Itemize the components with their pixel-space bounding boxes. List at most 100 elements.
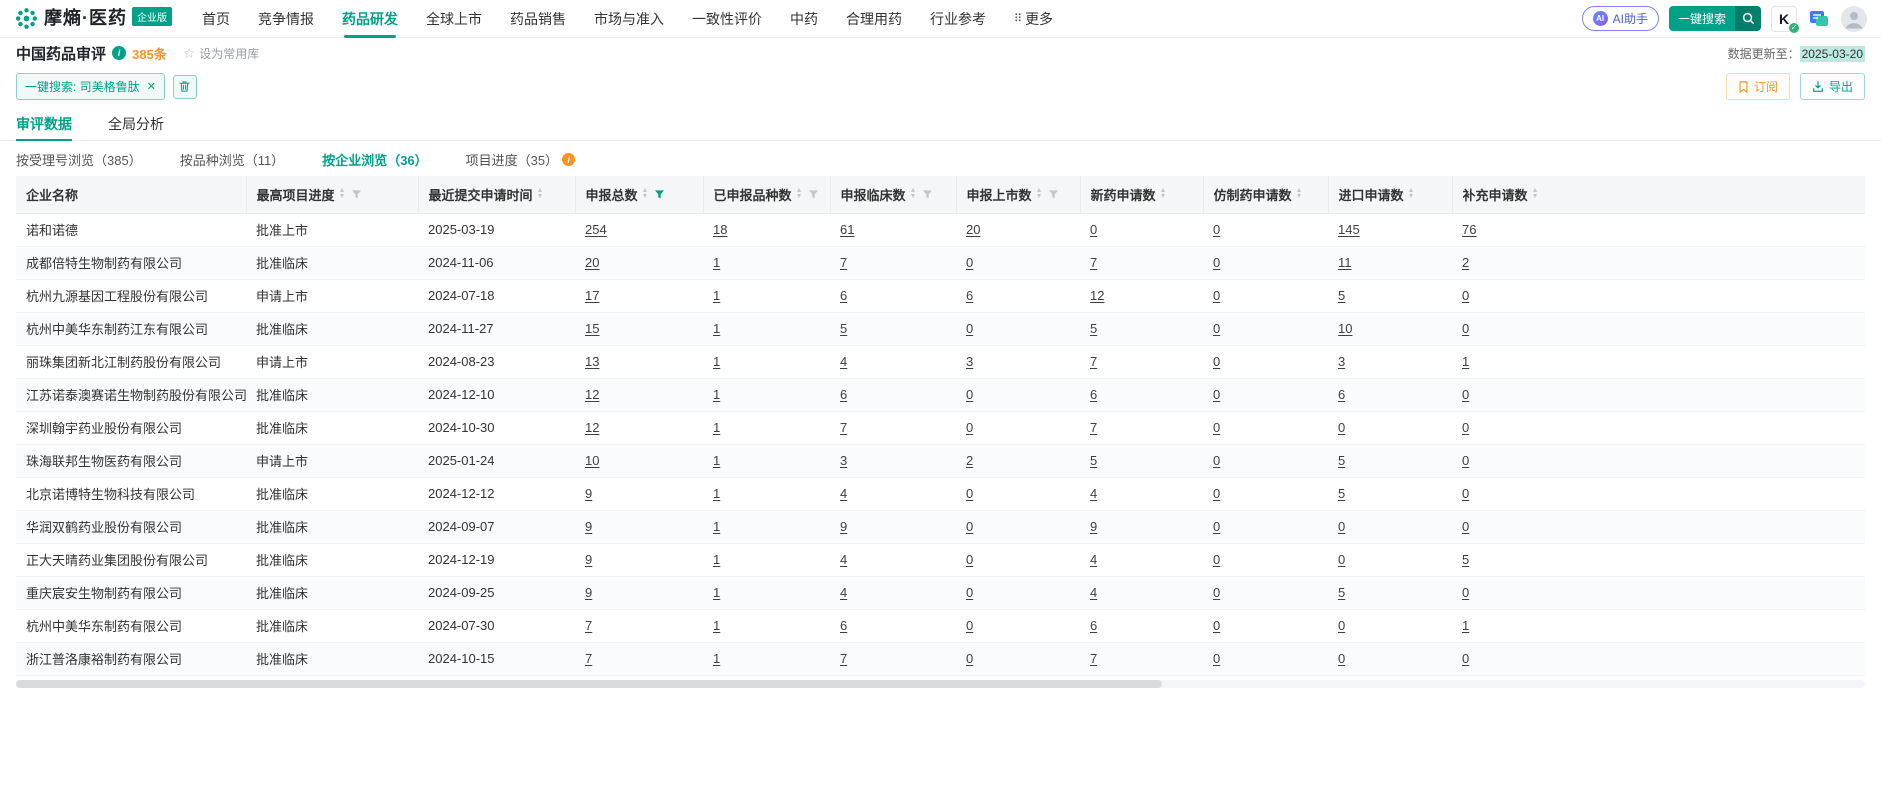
value-link[interactable]: 7 (1090, 420, 1097, 435)
value-link[interactable]: 0 (1213, 519, 1220, 534)
value-link[interactable]: 0 (1462, 519, 1469, 534)
value-link[interactable]: 0 (1462, 486, 1469, 501)
user-avatar[interactable] (1841, 6, 1867, 32)
value-link[interactable]: 5 (1090, 453, 1097, 468)
column-header-5[interactable]: 已申报品种数▲▼ (703, 176, 830, 213)
value-link[interactable]: 5 (1462, 552, 1469, 567)
value-link[interactable]: 3 (966, 354, 973, 369)
value-link[interactable]: 1 (713, 354, 720, 369)
scrollbar-thumb[interactable] (16, 680, 1162, 688)
value-link[interactable]: 2 (966, 453, 973, 468)
value-link[interactable]: 3 (840, 453, 847, 468)
value-link[interactable]: 0 (966, 651, 973, 666)
clear-filters-button[interactable] (173, 75, 197, 99)
column-header-8[interactable]: 新药申请数▲▼ (1080, 176, 1203, 213)
company-name-link[interactable]: 丽珠集团新北江制药股份有限公司 (26, 355, 221, 370)
value-link[interactable]: 0 (966, 321, 973, 336)
value-link[interactable]: 6 (1090, 618, 1097, 633)
filter-funnel-icon[interactable] (351, 189, 362, 200)
sort-carets-icon[interactable]: ▲▼ (1160, 188, 1167, 200)
value-link[interactable]: 0 (1213, 354, 1220, 369)
value-link[interactable]: 20 (966, 222, 980, 237)
value-link[interactable]: 1 (713, 420, 720, 435)
nav-item-5[interactable]: 药品销售 (510, 0, 566, 38)
value-link[interactable]: 1 (1462, 354, 1469, 369)
value-link[interactable]: 5 (1338, 453, 1345, 468)
export-button[interactable]: 导出 (1800, 73, 1865, 100)
set-favorite-button[interactable]: ☆ 设为常用库 (183, 45, 260, 62)
value-link[interactable]: 0 (1338, 519, 1345, 534)
sort-carets-icon[interactable]: ▲▼ (339, 188, 346, 200)
value-link[interactable]: 76 (1462, 222, 1476, 237)
customer-service-icon[interactable]: K ✓ (1771, 6, 1797, 32)
nav-item-11[interactable]: ⠿更多 (1014, 0, 1053, 38)
value-link[interactable]: 4 (840, 585, 847, 600)
nav-item-7[interactable]: 一致性评价 (692, 0, 762, 38)
value-link[interactable]: 3 (1338, 354, 1345, 369)
value-link[interactable]: 5 (1090, 321, 1097, 336)
value-link[interactable]: 61 (840, 222, 854, 237)
value-link[interactable]: 0 (966, 552, 973, 567)
value-link[interactable]: 0 (1462, 453, 1469, 468)
value-link[interactable]: 254 (585, 222, 607, 237)
value-link[interactable]: 7 (840, 420, 847, 435)
value-link[interactable]: 12 (585, 420, 599, 435)
subscribe-button[interactable]: 订阅 (1726, 73, 1790, 100)
value-link[interactable]: 6 (1090, 387, 1097, 402)
value-link[interactable]: 18 (713, 222, 727, 237)
value-link[interactable]: 7 (840, 651, 847, 666)
value-link[interactable]: 1 (713, 288, 720, 303)
value-link[interactable]: 4 (1090, 486, 1097, 501)
value-link[interactable]: 0 (1213, 585, 1220, 600)
value-link[interactable]: 1 (713, 585, 720, 600)
filter-funnel-icon[interactable] (654, 189, 665, 200)
sort-carets-icon[interactable]: ▲▼ (1296, 188, 1303, 200)
main-tab-1[interactable]: 审评数据 (16, 107, 72, 140)
company-name-link[interactable]: 诺和诺德 (26, 223, 78, 238)
value-link[interactable]: 9 (1090, 519, 1097, 534)
value-link[interactable]: 0 (966, 585, 973, 600)
value-link[interactable]: 1 (713, 486, 720, 501)
value-link[interactable]: 1 (713, 552, 720, 567)
value-link[interactable]: 0 (1213, 453, 1220, 468)
company-name-link[interactable]: 北京诺博特生物科技有限公司 (26, 487, 195, 502)
sort-carets-icon[interactable]: ▲▼ (537, 188, 544, 200)
value-link[interactable]: 6 (1338, 387, 1345, 402)
value-link[interactable]: 4 (840, 486, 847, 501)
value-link[interactable]: 2 (1462, 255, 1469, 270)
value-link[interactable]: 0 (966, 486, 973, 501)
value-link[interactable]: 0 (1213, 255, 1220, 270)
sort-carets-icon[interactable]: ▲▼ (642, 188, 649, 200)
filter-funnel-icon[interactable] (808, 189, 819, 200)
company-name-link[interactable]: 江苏诺泰澳赛诺生物制药股份有限公司 (26, 388, 246, 403)
value-link[interactable]: 0 (966, 420, 973, 435)
company-name-link[interactable]: 正大天晴药业集团股份有限公司 (26, 553, 208, 568)
company-name-link[interactable]: 成都倍特生物制药有限公司 (26, 256, 182, 271)
sub-tab-4[interactable]: 项目进度（35）i (466, 150, 575, 169)
message-icon[interactable] (1807, 7, 1831, 31)
value-link[interactable]: 1 (713, 387, 720, 402)
value-link[interactable]: 20 (585, 255, 599, 270)
app-logo[interactable]: 摩熵·医药 企业版 (14, 6, 172, 31)
value-link[interactable]: 4 (840, 552, 847, 567)
filter-funnel-icon[interactable] (922, 189, 933, 200)
value-link[interactable]: 5 (1338, 288, 1345, 303)
value-link[interactable]: 12 (585, 387, 599, 402)
column-header-10[interactable]: 进口申请数▲▼ (1328, 176, 1452, 213)
value-link[interactable]: 0 (1338, 651, 1345, 666)
value-link[interactable]: 6 (840, 288, 847, 303)
value-link[interactable]: 0 (1213, 486, 1220, 501)
value-link[interactable]: 17 (585, 288, 599, 303)
value-link[interactable]: 6 (840, 387, 847, 402)
company-name-link[interactable]: 重庆宸安生物制药有限公司 (26, 586, 182, 601)
main-tab-2[interactable]: 全局分析 (108, 107, 164, 140)
company-name-link[interactable]: 杭州中美华东制药有限公司 (26, 619, 182, 634)
value-link[interactable]: 0 (966, 618, 973, 633)
value-link[interactable]: 0 (1213, 651, 1220, 666)
sort-carets-icon[interactable]: ▲▼ (910, 188, 917, 200)
horizontal-scrollbar[interactable] (16, 680, 1865, 688)
sort-carets-icon[interactable]: ▲▼ (796, 188, 803, 200)
value-link[interactable]: 15 (585, 321, 599, 336)
value-link[interactable]: 10 (1338, 321, 1352, 336)
value-link[interactable]: 7 (840, 255, 847, 270)
